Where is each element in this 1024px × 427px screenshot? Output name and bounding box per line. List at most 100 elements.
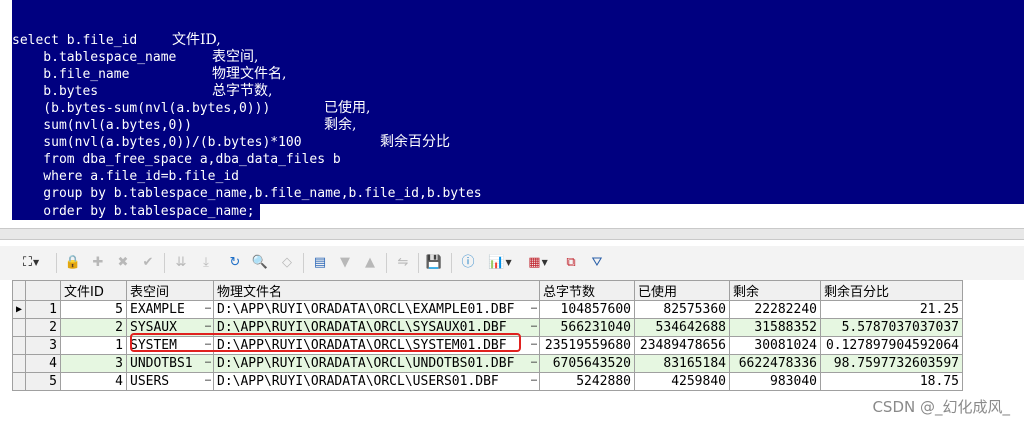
cell-ellipsis-button[interactable]: … xyxy=(205,337,211,348)
cell-file-id[interactable]: 4 xyxy=(60,372,127,391)
cell-total-bytes[interactable]: 23519559680 xyxy=(539,336,635,355)
cell-used[interactable]: 82575360 xyxy=(634,300,730,319)
refresh-icon[interactable]: ↻ xyxy=(226,254,244,272)
toolbar-separator xyxy=(56,253,57,273)
table-row[interactable]: ▶ 1 5 EXAMPLE… D:\APP\RUYI\ORADATA\ORCL\… xyxy=(12,300,963,319)
cell-file-name[interactable]: D:\APP\RUYI\ORADATA\ORCL\UNDOTBS01.DBF… xyxy=(213,354,540,373)
export-icon[interactable]: ▤ xyxy=(311,254,329,272)
cell-percent-remaining[interactable]: 5.5787037037037 xyxy=(820,318,963,337)
cell-percent-remaining[interactable]: 0.127897904592064 xyxy=(820,336,963,355)
toolbar-separator xyxy=(451,253,452,273)
sql-line: from dba_free_space a,dba_data_files b xyxy=(12,152,341,167)
sql-editor[interactable]: select b.file_id 文件ID, b.tablespace_name… xyxy=(0,0,1024,226)
cell-file-id[interactable]: 5 xyxy=(60,300,127,319)
toolbar-separator xyxy=(418,253,419,273)
post-check-icon[interactable]: ✔ xyxy=(139,254,157,272)
cell-file-id[interactable]: 1 xyxy=(60,336,127,355)
pane-splitter[interactable] xyxy=(0,228,1024,240)
cell-file-name[interactable]: D:\APP\RUYI\ORADATA\ORCL\SYSTEM01.DBF… xyxy=(213,336,540,355)
cell-total-bytes[interactable]: 6705643520 xyxy=(539,354,635,373)
table-row[interactable]: 4 3 UNDOTBS1… D:\APP\RUYI\ORADATA\ORCL\U… xyxy=(12,354,963,373)
sql-line: (b.bytes-sum(nvl(a.bytes,0))) 已使用, xyxy=(12,100,371,116)
new-record-icon[interactable]: ✚ xyxy=(89,254,107,272)
column-header-file-id[interactable]: 文件ID xyxy=(60,280,127,301)
cell-total-bytes[interactable]: 5242880 xyxy=(539,372,635,391)
cell-tablespace[interactable]: UNDOTBS1… xyxy=(126,354,214,373)
toolbar-separator xyxy=(164,253,165,273)
sql-line: sum(nvl(a.bytes,0))/(b.bytes)*100 剩余百分比 xyxy=(12,134,450,150)
next-record-icon[interactable]: ⇊ xyxy=(172,254,190,272)
row-indicator xyxy=(12,336,26,355)
last-record-icon[interactable]: ⤓ xyxy=(197,254,215,272)
grid-options-icon[interactable]: ⛶ ▼ xyxy=(16,254,46,272)
cell-remaining[interactable]: 30081024 xyxy=(729,336,821,355)
cell-file-name[interactable]: D:\APP\RUYI\ORADATA\ORCL\USERS01.DBF… xyxy=(213,372,540,391)
bar-chart-icon[interactable]: 📊 ▼ xyxy=(485,254,515,272)
table-row[interactable]: 2 2 SYSAUX… D:\APP\RUYI\ORADATA\ORCL\SYS… xyxy=(12,318,963,337)
table-row[interactable]: 5 4 USERS… D:\APP\RUYI\ORADATA\ORCL\USER… xyxy=(12,372,963,391)
lock-icon[interactable]: 🔒 xyxy=(64,254,82,272)
cell-tablespace[interactable]: USERS… xyxy=(126,372,214,391)
cell-tablespace[interactable]: EXAMPLE… xyxy=(126,300,214,319)
cell-used[interactable]: 83165184 xyxy=(634,354,730,373)
cell-remaining[interactable]: 983040 xyxy=(729,372,821,391)
cell-percent-remaining[interactable]: 21.25 xyxy=(820,300,963,319)
cell-percent-remaining[interactable]: 98.7597732603597 xyxy=(820,354,963,373)
watermark: CSDN @_幻化成风_ xyxy=(872,398,1010,416)
cell-tablespace[interactable]: SYSTEM… xyxy=(126,336,214,355)
table-row[interactable]: 3 1 SYSTEM… D:\APP\RUYI\ORADATA\ORCL\SYS… xyxy=(12,336,963,355)
chart-info-icon[interactable]: ⓘ xyxy=(459,254,477,272)
sql-line: group by b.tablespace_name,b.file_name,b… xyxy=(12,186,482,201)
compare-icon[interactable]: ⧉ xyxy=(562,254,580,272)
cell-file-id[interactable]: 2 xyxy=(60,318,127,337)
row-number: 2 xyxy=(25,318,61,337)
indicator-header xyxy=(12,280,26,301)
cell-used[interactable]: 534642688 xyxy=(634,318,730,337)
cell-used[interactable]: 4259840 xyxy=(634,372,730,391)
link-icon[interactable]: ⇋ xyxy=(394,254,412,272)
rownum-header xyxy=(25,280,61,301)
filter-up-icon[interactable]: ▲ xyxy=(361,254,379,272)
cell-ellipsis-button[interactable]: … xyxy=(531,355,537,366)
cell-file-id[interactable]: 3 xyxy=(60,354,127,373)
column-header-file-name[interactable]: 物理文件名 xyxy=(213,280,540,301)
row-number: 4 xyxy=(25,354,61,373)
cell-used[interactable]: 23489478656 xyxy=(634,336,730,355)
filter-icon[interactable]: ⛛ xyxy=(588,254,606,272)
cell-remaining[interactable]: 22282240 xyxy=(729,300,821,319)
cell-file-name[interactable]: D:\APP\RUYI\ORADATA\ORCL\SYSAUX01.DBF… xyxy=(213,318,540,337)
column-header-percent-remaining[interactable]: 剩余百分比 xyxy=(820,280,963,301)
cell-ellipsis-button[interactable]: … xyxy=(205,355,211,366)
cell-ellipsis-button[interactable]: … xyxy=(531,301,537,312)
column-header-remaining[interactable]: 剩余 xyxy=(729,280,821,301)
cell-ellipsis-button[interactable]: … xyxy=(205,301,211,312)
cell-total-bytes[interactable]: 566231040 xyxy=(539,318,635,337)
column-header-total-bytes[interactable]: 总字节数 xyxy=(539,280,635,301)
result-toolbar: ⛶ ▼ 🔒 ✚ ✖ ✔ ⇊ ⤓ ↻ 🔍 ◇ ▤ ▼ ▲ ⇋ 💾 ⓘ 📊 ▼ ▦ ▼ ⧉… xyxy=(0,246,1024,280)
cell-ellipsis-button[interactable]: … xyxy=(531,373,537,384)
row-indicator xyxy=(12,354,26,373)
cell-total-bytes[interactable]: 104857600 xyxy=(539,300,635,319)
row-indicator xyxy=(12,372,26,391)
find-icon[interactable]: 🔍 xyxy=(251,254,269,272)
cell-remaining[interactable]: 31588352 xyxy=(729,318,821,337)
cell-tablespace[interactable]: SYSAUX… xyxy=(126,318,214,337)
clear-icon[interactable]: ◇ xyxy=(278,254,296,272)
filter-down-icon[interactable]: ▼ xyxy=(336,254,354,272)
results-grid: 文件ID 表空间 物理文件名 总字节数 已使用 剩余 剩余百分比 ▶ 1 5 E… xyxy=(12,280,963,391)
table-view-icon[interactable]: ▦ ▼ xyxy=(523,254,553,272)
cell-remaining[interactable]: 6622478336 xyxy=(729,354,821,373)
cell-percent-remaining[interactable]: 18.75 xyxy=(820,372,963,391)
cell-ellipsis-button[interactable]: … xyxy=(531,337,537,348)
cell-ellipsis-button[interactable]: … xyxy=(205,373,211,384)
column-header-tablespace[interactable]: 表空间 xyxy=(126,280,214,301)
delete-record-icon[interactable]: ✖ xyxy=(114,254,132,272)
cell-ellipsis-button[interactable]: … xyxy=(531,319,537,330)
row-number: 1 xyxy=(25,300,61,319)
row-number: 5 xyxy=(25,372,61,391)
column-header-used[interactable]: 已使用 xyxy=(634,280,730,301)
save-icon[interactable]: 💾 xyxy=(425,254,443,272)
sql-line: b.tablespace_name 表空间, xyxy=(12,49,259,65)
cell-file-name[interactable]: D:\APP\RUYI\ORADATA\ORCL\EXAMPLE01.DBF… xyxy=(213,300,540,319)
cell-ellipsis-button[interactable]: … xyxy=(205,319,211,330)
